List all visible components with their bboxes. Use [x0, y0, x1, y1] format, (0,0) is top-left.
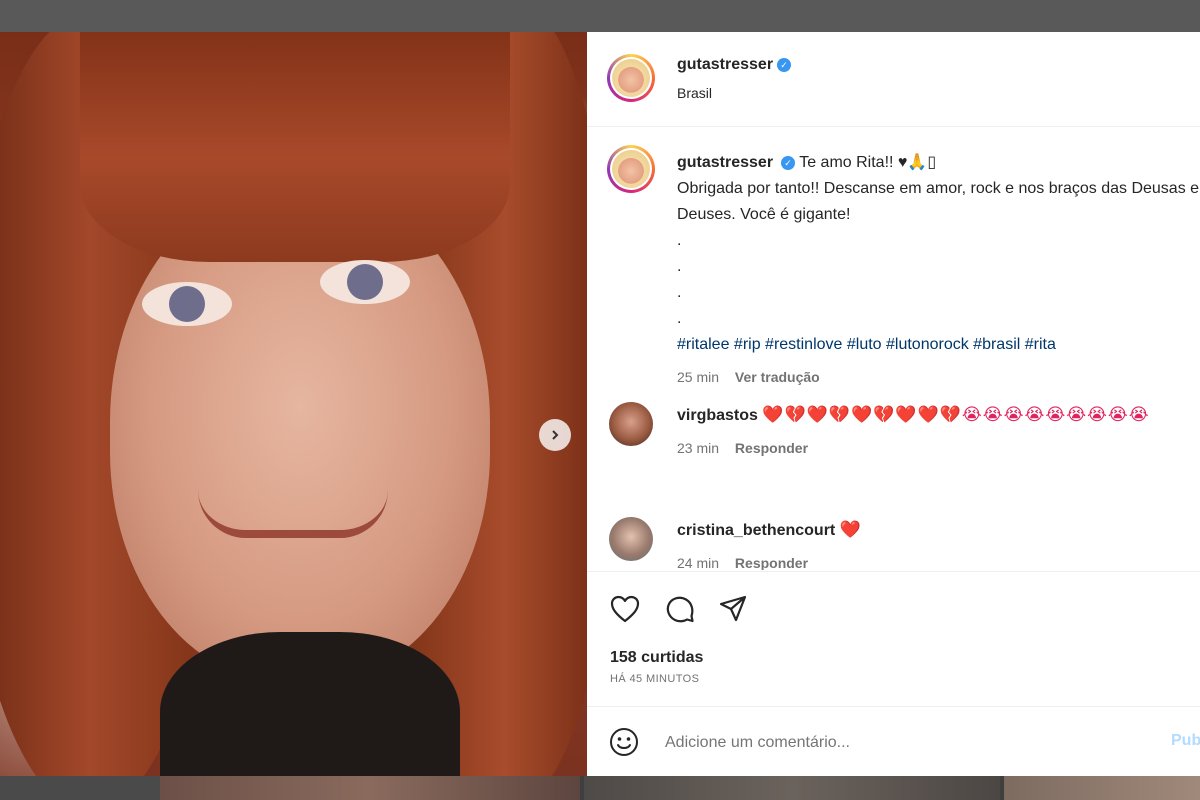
caption-dot: . [677, 232, 682, 249]
commenter-avatar[interactable] [609, 402, 653, 446]
share-icon [719, 595, 747, 622]
post-location[interactable]: Brasil [677, 85, 712, 101]
carousel-next-button[interactable] [539, 419, 571, 451]
heart-icon [610, 595, 640, 623]
post-header: gutastresser ✓ Brasil [587, 32, 1200, 127]
comment-text: ❤️ [839, 520, 862, 540]
reply-button[interactable]: Responder [735, 440, 808, 456]
commenter-avatar[interactable] [609, 517, 653, 561]
commenter-username[interactable]: cristina_bethencourt [677, 522, 835, 539]
caption-time: 25 min [677, 369, 720, 385]
author-avatar[interactable] [607, 54, 655, 102]
caption-dot: . [677, 284, 682, 301]
post-photo [0, 32, 587, 776]
verified-badge-icon: ✓ [781, 155, 796, 170]
verified-badge-icon: ✓ [777, 57, 792, 72]
publish-button[interactable]: Publicar [1171, 732, 1200, 750]
like-button[interactable] [608, 592, 642, 626]
caption-dot: . [677, 258, 682, 275]
comment-text: ❤️💔❤️💔❤️💔❤️❤️💔😭😭😭😭😭😭😭😭😭 [762, 405, 1150, 425]
commenter-username[interactable]: virgbastos [677, 407, 758, 424]
caption-hashtags[interactable]: #ritalee #rip #restinlove #luto #lutonor… [677, 336, 1056, 353]
caption-body: Obrigada por tanto!! Descanse em amor, r… [677, 180, 1200, 223]
emoji-picker-button[interactable] [609, 727, 639, 762]
caption-avatar[interactable] [607, 145, 655, 193]
post-actions: 158 curtidas HÁ 45 MINUTOS [587, 571, 1200, 706]
comment-composer: Publicar [587, 706, 1200, 776]
post-time-ago: HÁ 45 MINUTOS [610, 673, 700, 685]
comments-section[interactable]: gutastresser ✓ Te amo Rita!! ♥🙏▯ Obrigada… [587, 127, 1200, 570]
caption-first-line: Te amo Rita!! ♥🙏▯ [799, 154, 937, 171]
likes-count[interactable]: 158 curtidas [610, 649, 703, 667]
translate-link[interactable]: Ver tradução [735, 369, 820, 385]
comment-time: 24 min [677, 555, 720, 570]
share-button[interactable] [716, 592, 750, 626]
comment-input[interactable] [663, 729, 1137, 757]
author-username[interactable]: gutastresser [677, 56, 773, 73]
comment-time: 23 min [677, 440, 720, 456]
caption-username[interactable]: gutastresser [677, 154, 773, 171]
smile-icon [610, 728, 638, 756]
caption-dot: . [677, 310, 682, 327]
chevron-right-icon [552, 430, 559, 440]
page-top-bar [0, 0, 1200, 32]
background-feed-strip [0, 776, 1200, 800]
comment-icon [666, 596, 694, 623]
reply-button[interactable]: Responder [735, 555, 808, 570]
post-side-panel: gutastresser ✓ Brasil gutastresser ✓ Te am… [587, 32, 1200, 776]
comment-button[interactable] [663, 592, 697, 626]
